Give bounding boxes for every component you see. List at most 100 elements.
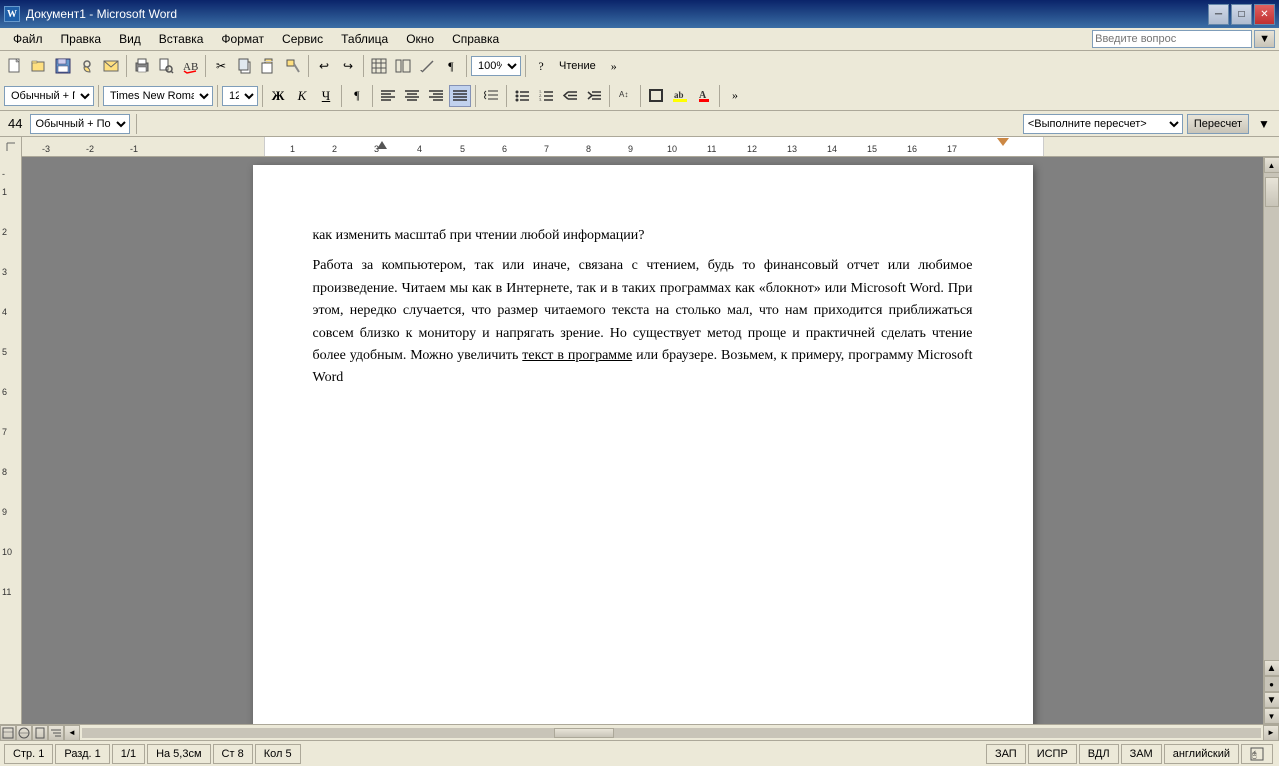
- toolbar-more[interactable]: »: [603, 55, 625, 77]
- menu-help[interactable]: Справка: [443, 29, 508, 49]
- status-page: Стр. 1: [4, 744, 53, 764]
- align-left-button[interactable]: [377, 85, 399, 107]
- email-button[interactable]: [100, 55, 122, 77]
- scroll-thumb-vertical[interactable]: [1265, 177, 1279, 207]
- menu-edit[interactable]: Правка: [52, 29, 111, 49]
- menu-file[interactable]: Файл: [4, 29, 52, 49]
- recalc-more-button[interactable]: ▼: [1253, 113, 1275, 135]
- vertical-scrollbar[interactable]: ▲ ▲ ● ▼ ▼: [1263, 157, 1279, 724]
- normal-view-button[interactable]: [0, 725, 16, 741]
- numbered-list-button[interactable]: 1.2.3.: [535, 85, 557, 107]
- style-select[interactable]: Обычный + По с: [4, 86, 94, 106]
- next-page-button[interactable]: ▼: [1264, 692, 1279, 708]
- align-center-button[interactable]: [401, 85, 423, 107]
- align-right-button[interactable]: [425, 85, 447, 107]
- scroll-right-button[interactable]: ►: [1263, 725, 1279, 741]
- format-painter-button[interactable]: [282, 55, 304, 77]
- font-select[interactable]: Times New Roman: [103, 86, 213, 106]
- web-view-button[interactable]: [16, 725, 32, 741]
- horizontal-scrollbar[interactable]: ◄ ►: [0, 724, 1279, 740]
- scroll-thumb-horizontal[interactable]: [554, 728, 614, 738]
- ruler-corner[interactable]: [0, 137, 22, 157]
- bullet-list-button[interactable]: [511, 85, 533, 107]
- separator: [363, 55, 364, 77]
- status-section: Разд. 1: [55, 744, 109, 764]
- svg-text:3.: 3.: [539, 97, 542, 102]
- sort-button[interactable]: A↕: [614, 85, 636, 107]
- vertical-ruler: - 1 2 3 4 5 6 7 8 9 10 11: [0, 157, 22, 724]
- bold-button[interactable]: Ж: [267, 85, 289, 107]
- spellcheck-button[interactable]: ABC: [179, 55, 201, 77]
- maximize-button[interactable]: □: [1231, 4, 1252, 25]
- paste-button[interactable]: [258, 55, 280, 77]
- style-indicator: 44: [4, 116, 26, 131]
- separator: [372, 85, 373, 107]
- print-button[interactable]: [131, 55, 153, 77]
- scroll-down-button[interactable]: ▼: [1264, 708, 1279, 724]
- outside-border-button[interactable]: [645, 85, 667, 107]
- help-search-button[interactable]: ▼: [1254, 30, 1275, 48]
- prev-page-button[interactable]: ▲: [1264, 660, 1279, 676]
- preview-button[interactable]: [155, 55, 177, 77]
- save-button[interactable]: [52, 55, 74, 77]
- print-layout-button[interactable]: [32, 725, 48, 741]
- separator: [525, 55, 526, 77]
- menu-tools[interactable]: Сервис: [273, 29, 332, 49]
- font-size-select[interactable]: 12: [222, 86, 258, 106]
- outline-view-button[interactable]: [48, 725, 64, 741]
- new-button[interactable]: [4, 55, 26, 77]
- menu-format[interactable]: Формат: [212, 29, 273, 49]
- showparagraph-button[interactable]: ¶: [440, 55, 462, 77]
- document-page: как изменить масштаб при чтении любой ин…: [253, 165, 1033, 724]
- paragraph-mark-button[interactable]: ¶: [346, 85, 368, 107]
- select-browse-button[interactable]: ●: [1264, 676, 1279, 692]
- fmt-more[interactable]: »: [724, 85, 746, 107]
- redo-button[interactable]: ↪: [337, 55, 359, 77]
- help-search-input[interactable]: [1092, 30, 1252, 48]
- separator: [466, 55, 467, 77]
- minimize-button[interactable]: ─: [1208, 4, 1229, 25]
- scroll-left-button[interactable]: ◄: [64, 725, 80, 741]
- menu-insert[interactable]: Вставка: [150, 29, 213, 49]
- main-area: - 1 2 3 4 5 6 7 8 9 10 11 как изменить м…: [0, 157, 1279, 724]
- separator: [609, 85, 610, 107]
- undo-button[interactable]: ↩: [313, 55, 335, 77]
- columns-button[interactable]: [392, 55, 414, 77]
- align-justify-button[interactable]: [449, 85, 471, 107]
- copy-button[interactable]: [234, 55, 256, 77]
- underline-button[interactable]: Ч: [315, 85, 337, 107]
- line-spacing-button[interactable]: [480, 85, 502, 107]
- help-button[interactable]: ?: [530, 55, 552, 77]
- close-button[interactable]: ✕: [1254, 4, 1275, 25]
- drawing-button[interactable]: [416, 55, 438, 77]
- document-heading: как изменить масштаб при чтении любой ин…: [313, 225, 973, 247]
- style-dropdown[interactable]: Обычный + По с: [30, 114, 130, 134]
- separator: [475, 85, 476, 107]
- separator: [98, 85, 99, 107]
- recalc-dropdown[interactable]: <Выполните пересчет>: [1023, 114, 1183, 134]
- table-button[interactable]: [368, 55, 390, 77]
- zoom-select[interactable]: 100%: [471, 56, 521, 76]
- permission-button[interactable]: [76, 55, 98, 77]
- margin-marker-right[interactable]: [997, 138, 1009, 146]
- scroll-up-button[interactable]: ▲: [1264, 157, 1279, 173]
- increase-indent-button[interactable]: [583, 85, 605, 107]
- menu-view[interactable]: Вид: [110, 29, 150, 49]
- scroll-track-horizontal[interactable]: [82, 728, 1261, 738]
- font-color-button[interactable]: A: [693, 85, 715, 107]
- italic-button[interactable]: К: [291, 85, 313, 107]
- recalc-button[interactable]: Пересчет: [1187, 114, 1249, 134]
- menu-table[interactable]: Таблица: [332, 29, 397, 49]
- reading-button[interactable]: Чтение: [554, 55, 601, 77]
- scroll-track-vertical[interactable]: [1264, 173, 1279, 660]
- svg-text:🖰: 🖰: [1252, 749, 1257, 759]
- menu-window[interactable]: Окно: [397, 29, 443, 49]
- decrease-indent-button[interactable]: [559, 85, 581, 107]
- separator: [640, 85, 641, 107]
- cut-button[interactable]: ✂: [210, 55, 232, 77]
- open-button[interactable]: [28, 55, 50, 77]
- svg-text:A↕: A↕: [619, 90, 628, 99]
- separator: [126, 55, 127, 77]
- highlight-button[interactable]: ab: [669, 85, 691, 107]
- status-lang: английский: [1164, 744, 1239, 764]
